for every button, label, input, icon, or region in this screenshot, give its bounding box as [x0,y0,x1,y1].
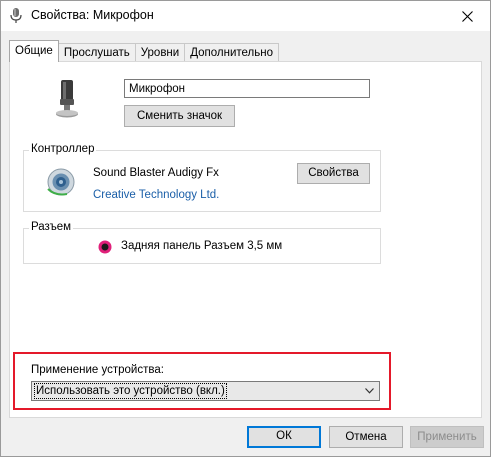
controller-name: Sound Blaster Audigy Fx [93,167,219,179]
device-name-input[interactable] [124,79,370,98]
tab-strip: Общие Прослушать Уровни Дополнительно [9,40,279,62]
tab-advanced[interactable]: Дополнительно [184,43,279,62]
jack-group: Разъем Задняя панель Разъем 3,5 мм [23,221,381,264]
microphone-icon [56,80,78,118]
device-usage-label: Применение устройства: [31,364,164,376]
device-usage-value: Использовать это устройство (вкл.) [34,383,227,399]
microphone-icon [10,8,22,23]
title-bar: Свойства: Микрофон [1,1,490,31]
close-button[interactable] [444,1,490,31]
jack-group-label: Разъем [29,221,74,233]
ok-button[interactable]: ОК [247,426,321,448]
jack-icon [98,240,112,254]
close-icon [461,10,473,22]
window-title: Свойства: Микрофон [31,8,154,22]
cancel-button[interactable]: Отмена [329,426,403,448]
tab-levels[interactable]: Уровни [134,43,186,62]
controller-properties-button[interactable]: Свойства [297,163,370,184]
controller-group-label: Контроллер [29,143,97,155]
chevron-down-icon [365,388,374,394]
controller-group: Контроллер Sound Blaster Audigy Fx Creat… [23,143,381,212]
tab-general[interactable]: Общие [9,40,59,62]
device-usage-highlight: Применение устройства: Использовать это … [13,352,391,410]
properties-dialog: Свойства: Микрофон Общие Прослушать Уров… [0,0,491,457]
change-icon-button[interactable]: Сменить значок [124,105,235,127]
general-tab-panel: Сменить значок Контроллер Sound Blaster … [9,61,482,418]
controller-vendor: Creative Technology Ltd. [93,189,220,201]
device-usage-select[interactable]: Использовать это устройство (вкл.) [31,381,380,401]
apply-button[interactable]: Применить [410,426,484,448]
jack-description: Задняя панель Разъем 3,5 мм [121,240,283,252]
tab-listen[interactable]: Прослушать [57,43,136,62]
speaker-icon [47,168,75,196]
